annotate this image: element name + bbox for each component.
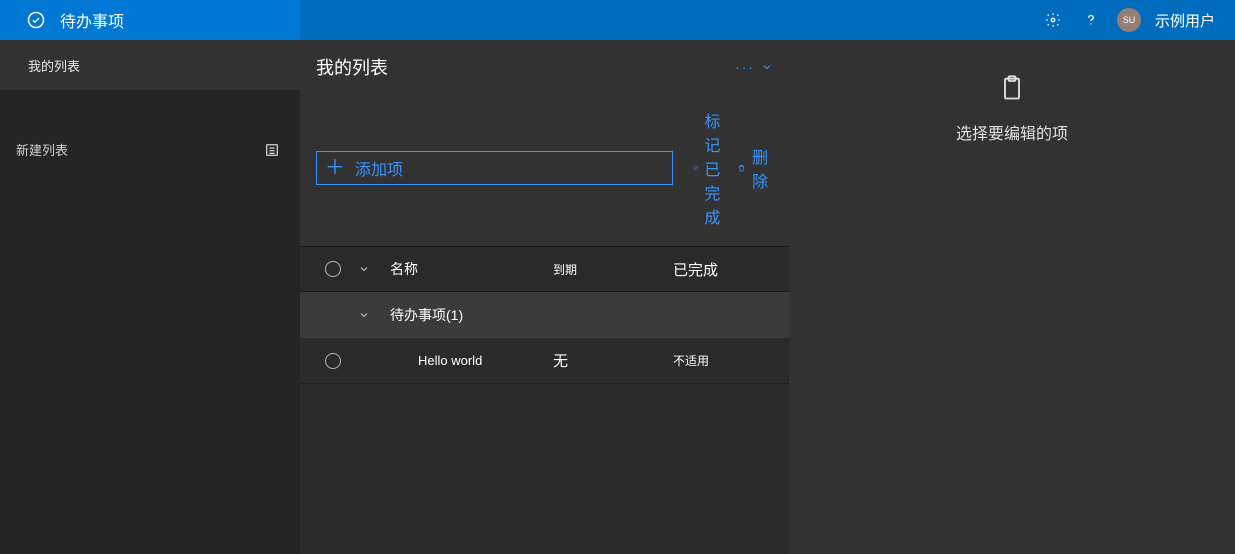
trash-icon — [737, 160, 746, 176]
top-bar: 待办事项 SU 示例用户 — [0, 0, 1235, 40]
select-all[interactable] — [316, 261, 350, 277]
app-title: 待办事项 — [60, 8, 124, 32]
row-select[interactable] — [316, 353, 350, 369]
clipboard-icon — [998, 74, 1026, 102]
user-avatar[interactable]: SU — [1117, 8, 1141, 32]
sidebar-item-my-list[interactable]: 我的列表 — [0, 40, 300, 90]
empty-message: 选择要编辑的项 — [956, 120, 1068, 144]
expand-all[interactable] — [350, 263, 378, 275]
circle-icon — [325, 261, 341, 277]
add-item-button[interactable]: ＋ 添加项 — [316, 151, 673, 185]
group-expand[interactable] — [350, 309, 378, 321]
toolbar-actions: 标记已完成 删除 — [693, 108, 773, 228]
list-title-actions[interactable]: ··· — [735, 59, 773, 75]
row-due: 无 — [553, 350, 673, 371]
column-header-due[interactable]: 到期 — [553, 261, 673, 278]
detail-panel: 选择要编辑的项 — [789, 40, 1235, 554]
chevron-down-icon — [358, 263, 370, 275]
help-button[interactable] — [1079, 8, 1103, 32]
more-icon[interactable]: ··· — [735, 59, 755, 75]
row-name: Hello world — [378, 353, 553, 368]
settings-button[interactable] — [1041, 8, 1065, 32]
new-list-row[interactable] — [0, 130, 300, 170]
group-row[interactable]: 待办事项(1) — [300, 292, 789, 338]
check-circle-outline-icon — [693, 160, 698, 176]
chevron-down-icon[interactable] — [761, 61, 773, 73]
circle-icon — [325, 353, 341, 369]
mark-complete-label: 标记已完成 — [704, 108, 731, 228]
username-label[interactable]: 示例用户 — [1155, 10, 1215, 31]
app-title-region: 待办事项 — [0, 0, 300, 40]
toolbar: ＋ 添加项 标记已完成 删除 — [300, 94, 789, 246]
mark-complete-button[interactable]: 标记已完成 — [693, 108, 731, 228]
list-title-bar: 我的列表 ··· — [300, 40, 789, 94]
check-circle-icon — [24, 8, 48, 32]
delete-label: 删除 — [752, 144, 773, 192]
group-label: 待办事项(1) — [378, 305, 773, 325]
chevron-down-icon — [358, 309, 370, 321]
plus-icon: ＋ — [325, 158, 345, 178]
delete-button[interactable]: 删除 — [737, 144, 773, 192]
table-row[interactable]: Hello world 无 不适用 — [300, 338, 789, 384]
list-title: 我的列表 — [316, 54, 388, 80]
main-panel: 我的列表 ··· ＋ 添加项 标记已完成 删除 — [300, 40, 789, 554]
sidebar: 我的列表 — [0, 40, 300, 554]
new-list-input[interactable] — [16, 143, 260, 158]
sidebar-item-label: 我的列表 — [28, 56, 80, 75]
column-header-done[interactable]: 已完成 — [673, 259, 773, 280]
add-item-label: 添加项 — [355, 156, 403, 180]
sidebar-spacer — [0, 90, 300, 130]
grid: 名称 到期 已完成 待办事项(1) Hello world 无 不适用 — [300, 246, 789, 384]
list-icon[interactable] — [260, 138, 284, 162]
grid-header: 名称 到期 已完成 — [300, 246, 789, 292]
row-done: 不适用 — [673, 352, 773, 369]
top-bar-right: SU 示例用户 — [300, 0, 1235, 40]
column-header-name[interactable]: 名称 — [378, 259, 553, 279]
